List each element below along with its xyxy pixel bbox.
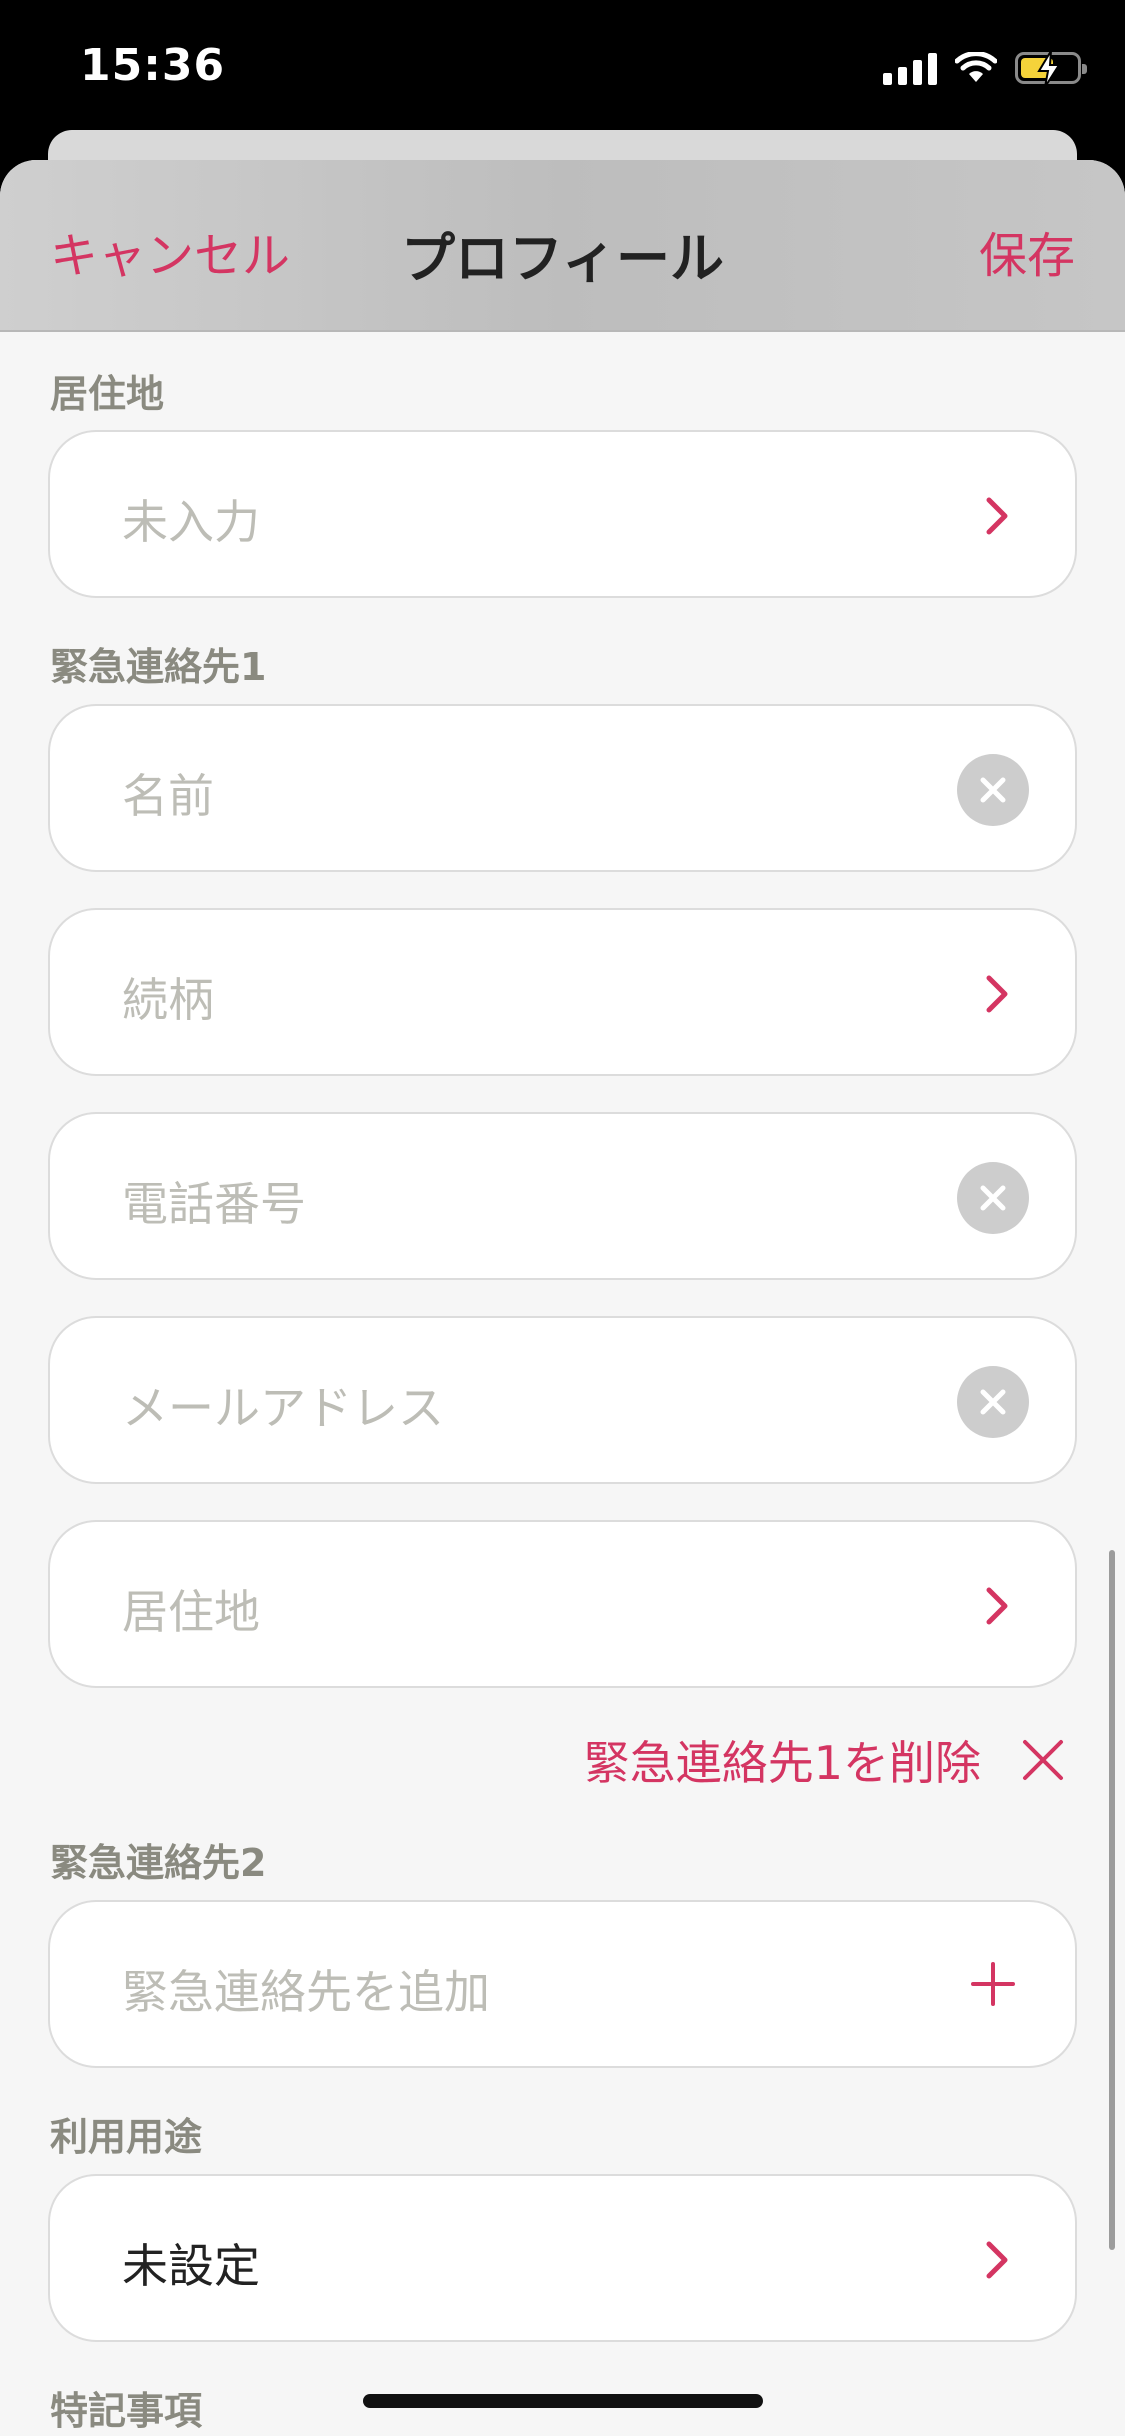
contact-email-placeholder: メールアドレス (122, 1381, 444, 1435)
save-button[interactable]: 保存 (979, 216, 1075, 286)
cellular-signal-icon (883, 51, 937, 85)
contact-email-field[interactable]: メールアドレス (48, 1316, 1077, 1484)
page-title: プロフィール (401, 227, 724, 290)
usage-field[interactable]: 未設定 (48, 2174, 1077, 2342)
contact-phone-placeholder: 電話番号 (122, 1177, 306, 1231)
battery-icon (1015, 50, 1087, 88)
home-indicator[interactable] (363, 2394, 763, 2408)
usage-label: 利用用途 (50, 2115, 203, 2159)
close-icon (1023, 1740, 1063, 1780)
close-icon (980, 1389, 1006, 1415)
scroll-indicator[interactable] (1109, 1550, 1115, 2250)
profile-sheet: キャンセル プロフィール 保存 居住地 未入力 緊急連絡先1 名前 続柄 電話番… (0, 160, 1125, 2436)
add-emergency-contact-label: 緊急連絡先を追加 (122, 1965, 490, 2019)
emergency-contact-1-label: 緊急連絡先1 (50, 645, 267, 689)
delete-contact-1-label: 緊急連絡先1を削除 (583, 1736, 981, 1790)
status-bar: 15:36 (0, 0, 1125, 140)
add-emergency-contact-field[interactable]: 緊急連絡先を追加 (48, 1900, 1077, 2068)
contact-name-field[interactable]: 名前 (48, 704, 1077, 872)
residence-label: 居住地 (50, 372, 165, 416)
chevron-right-icon (986, 2241, 1008, 2279)
close-icon (980, 1185, 1006, 1211)
chevron-right-icon (986, 497, 1008, 535)
status-time: 15:36 (80, 40, 226, 91)
delete-contact-1-button[interactable]: 緊急連絡先1を削除 (584, 1730, 1065, 1790)
contact-residence-placeholder: 居住地 (122, 1585, 260, 1639)
clear-phone-button[interactable] (957, 1162, 1029, 1234)
usage-value: 未設定 (122, 2239, 260, 2293)
chevron-right-icon (986, 975, 1008, 1013)
navigation-bar: キャンセル プロフィール 保存 (0, 160, 1125, 332)
clear-email-button[interactable] (957, 1366, 1029, 1438)
plus-icon (971, 1962, 1015, 2006)
residence-field[interactable]: 未入力 (48, 430, 1077, 598)
contact-relationship-placeholder: 続柄 (122, 973, 214, 1027)
contact-residence-field[interactable]: 居住地 (48, 1520, 1077, 1688)
emergency-contact-2-label: 緊急連絡先2 (50, 1841, 267, 1885)
close-icon (980, 777, 1006, 803)
contact-relationship-field[interactable]: 続柄 (48, 908, 1077, 1076)
chevron-right-icon (986, 1587, 1008, 1625)
contact-name-placeholder: 名前 (122, 769, 214, 823)
contact-phone-field[interactable]: 電話番号 (48, 1112, 1077, 1280)
wifi-icon (955, 52, 997, 82)
residence-value: 未入力 (122, 495, 260, 549)
notes-label: 特記事項 (50, 2389, 203, 2433)
status-icons (883, 48, 1087, 88)
clear-name-button[interactable] (957, 754, 1029, 826)
